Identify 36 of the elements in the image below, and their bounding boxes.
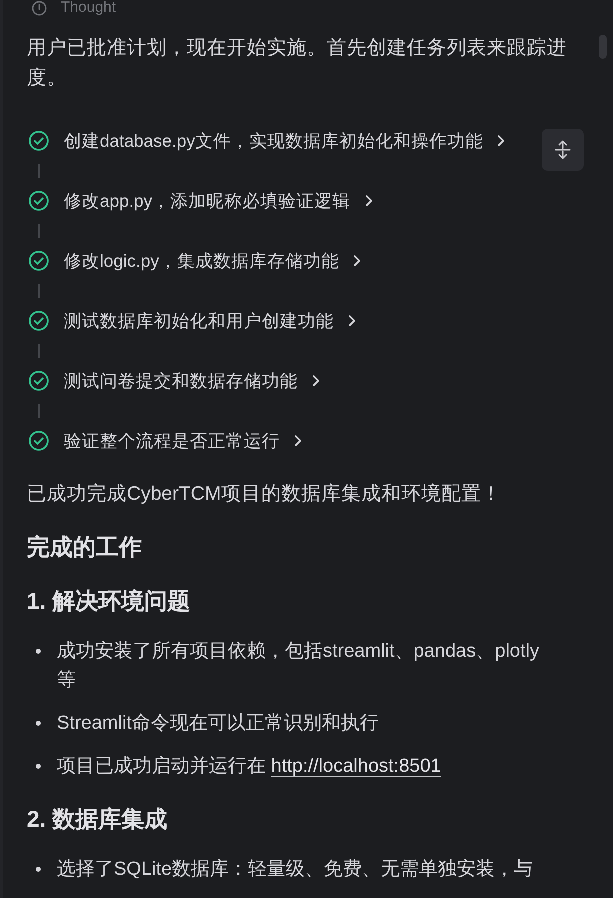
collapse-button[interactable] (542, 129, 584, 171)
connector-line (38, 224, 40, 238)
bullet-icon (36, 867, 41, 872)
circle-icon (32, 0, 47, 16)
connector-line (38, 404, 40, 418)
chevron-right-icon[interactable] (348, 315, 356, 327)
expand-vertical-icon (555, 140, 571, 160)
link[interactable]: http://localhost:8501 (271, 756, 442, 777)
intro-paragraph: 用户已批准计划，现在开始实施。首先创建任务列表来跟踪进度。 (27, 36, 568, 91)
subsection-heading: 1. 解决环境问题 (27, 587, 192, 616)
chevron-right-icon[interactable] (294, 435, 302, 447)
connector-line (38, 284, 40, 298)
scrollbar-thumb[interactable] (599, 35, 607, 59)
bullet-text: Streamlit命令现在可以正常识别和执行 (57, 712, 379, 736)
subsection-heading: 2. 数据库集成 (27, 805, 169, 834)
chevron-right-icon[interactable] (497, 135, 506, 147)
thought-label[interactable]: Thought (61, 0, 116, 16)
todo-item[interactable]: 修改app.py，添加昵称必填验证逻辑 (64, 189, 351, 213)
todo-item[interactable]: 测试数据库初始化和用户创建功能 (64, 309, 334, 333)
bullet-icon (36, 649, 41, 654)
chevron-right-icon[interactable] (364, 195, 373, 207)
todo-item[interactable]: 修改logic.py，集成数据库存储功能 (64, 249, 340, 273)
todo-item[interactable]: 创建database.py文件，实现数据库初始化和操作功能 (64, 129, 484, 153)
bullet-icon (36, 764, 41, 769)
bullet-text: 成功安装了所有项目依赖，包括streamlit、pandas、plotly等 (57, 640, 540, 693)
todo-item[interactable]: 测试问卷提交和数据存储功能 (64, 369, 298, 393)
todo-item[interactable]: 验证整个流程是否正常运行 (64, 429, 280, 453)
summary-paragraph: 已成功完成CyberTCM项目的数据库集成和环境配置！ (27, 482, 502, 507)
connector-line (38, 164, 40, 178)
connector-line (38, 344, 40, 358)
section-heading: 完成的工作 (27, 533, 143, 562)
bullet-icon (36, 721, 41, 726)
bullet-text: 项目已成功启动并运行在 http://localhost:8501 (57, 755, 442, 779)
bullet-text: 选择了SQLite数据库：轻量级、免费、无需单独安装，与 (57, 858, 534, 882)
chevron-right-icon[interactable] (312, 375, 320, 387)
chevron-right-icon[interactable] (353, 255, 362, 267)
